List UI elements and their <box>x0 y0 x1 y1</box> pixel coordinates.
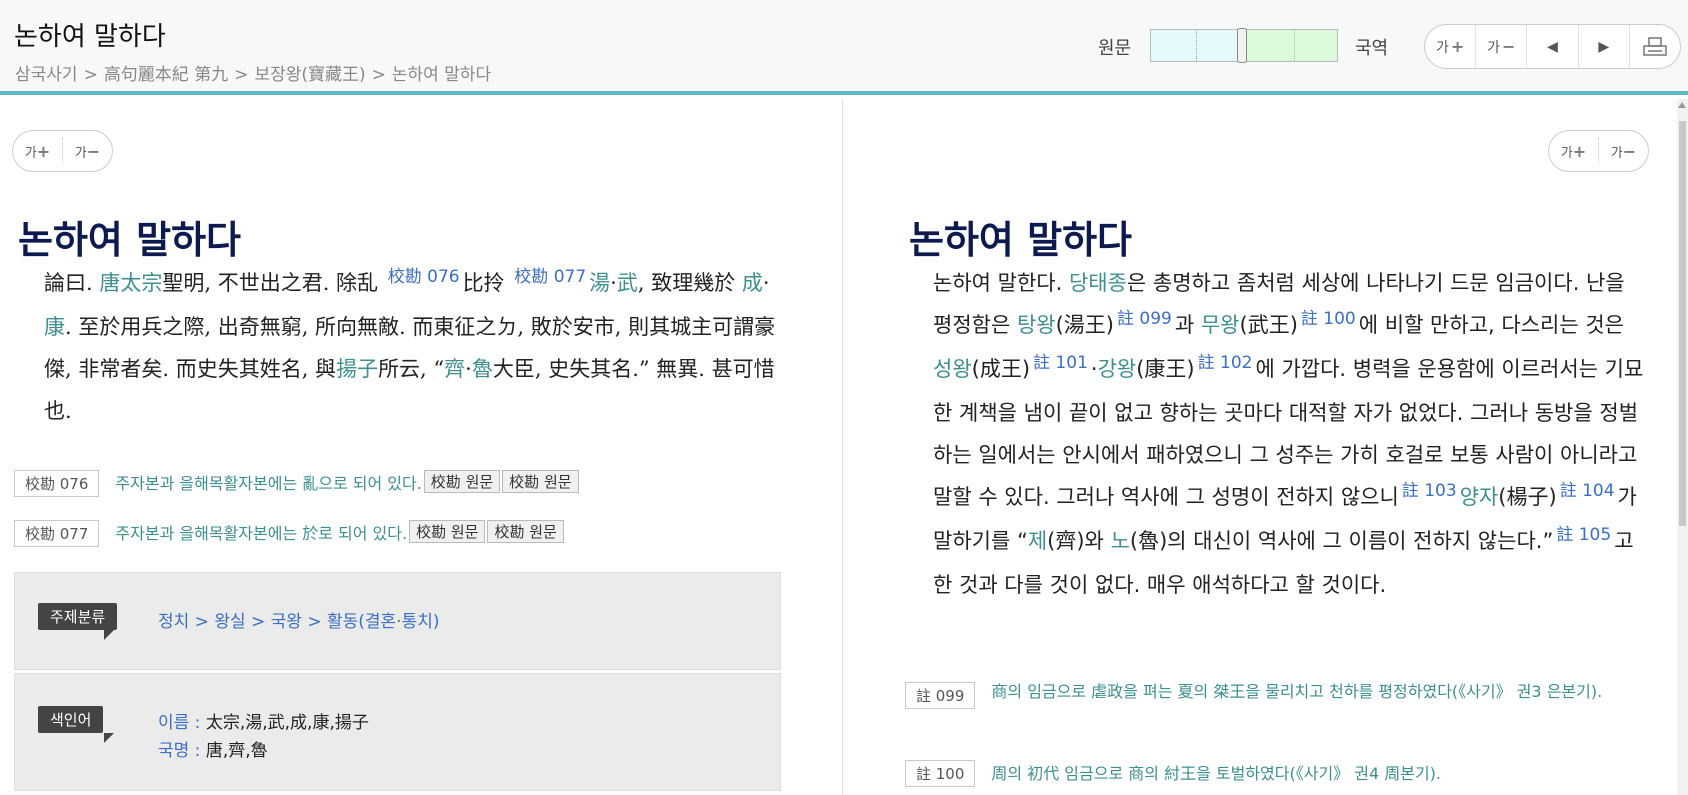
annotation-ref[interactable]: 註 101 <box>1033 353 1088 373</box>
arrow-right-icon: ▶ <box>1598 38 1610 55</box>
arrow-left-icon: ◀ <box>1547 38 1558 55</box>
index-link[interactable]: 성왕 <box>933 357 972 381</box>
ratio-divider <box>1294 30 1295 61</box>
ratio-slider-handle[interactable] <box>1237 28 1247 63</box>
index-names: 이름 : 太宗,湯,武,成,康,揚子 <box>158 713 369 733</box>
index-link[interactable]: 제 <box>1028 529 1047 553</box>
collation-note-text: 주자본과 을해목활자본에는 於로 되어 있다. <box>115 524 408 543</box>
next-button[interactable]: ▶ <box>1579 25 1630 68</box>
right-font-size-control: 가+ 가− <box>1548 130 1649 172</box>
index-link[interactable]: 湯 <box>589 271 610 295</box>
annotation-ref[interactable]: 註 105 <box>1556 525 1611 545</box>
translation-text: 논하여 말한다. 당태종은 총명하고 좀처럼 세상에 나타나기 드문 임금이다.… <box>933 271 1644 597</box>
prev-button[interactable]: ◀ <box>1527 25 1579 68</box>
annotation-note-text: 商의 임금으로 虐政을 펴는 夏의 桀王을 물리치고 천하를 평정하였다(《사기… <box>991 682 1603 701</box>
index-link[interactable]: 康 <box>44 315 65 339</box>
index-link[interactable]: 唐太宗 <box>99 271 162 295</box>
index-link[interactable]: 양자 <box>1460 485 1499 509</box>
ratio-original-label: 원문 <box>1098 38 1132 59</box>
subject-category-box: 주제분류 정치 > 왕실 > 국왕 > 활동(결혼·통치) <box>14 572 781 670</box>
collation-source-button[interactable]: 校勘 원문 <box>487 520 564 543</box>
index-link[interactable]: 魯 <box>472 357 493 381</box>
index-link[interactable]: 당태종 <box>1069 271 1127 295</box>
index-link[interactable]: 武 <box>617 271 638 295</box>
annotation-ref[interactable]: 註 102 <box>1198 353 1253 373</box>
scrollbar-thumb[interactable] <box>1679 121 1686 526</box>
page-title: 논하여 말하다 <box>14 22 166 52</box>
collation-source-button[interactable]: 校勘 원문 <box>409 520 486 543</box>
index-link[interactable]: 강왕 <box>1098 357 1137 381</box>
collation-source-button[interactable]: 校勘 원문 <box>423 470 501 493</box>
left-font-decrease-button[interactable]: 가− <box>63 142 112 161</box>
pane-ratio-slider[interactable] <box>1150 28 1338 63</box>
index-terms-box: 색인어 이름 : 太宗,湯,武,成,康,揚子 국명 : 唐,齊,魯 <box>14 673 781 791</box>
annotation-tag: 註 100 <box>905 760 976 787</box>
print-button[interactable] <box>1630 25 1680 68</box>
index-link[interactable]: 揚子 <box>336 357 378 381</box>
scroll-up-icon[interactable] <box>1678 102 1686 108</box>
font-increase-button[interactable]: 가 + <box>1425 25 1477 68</box>
right-font-increase-button[interactable]: 가+ <box>1549 142 1598 161</box>
annotation-ref[interactable]: 註 099 <box>1117 309 1172 329</box>
header: 논하여 말하다 삼국사기 > 高句麗本紀 第九 > 보장왕(寶藏王) > 논하여 말하다 원… <box>0 0 1688 95</box>
index-link[interactable]: 齊 <box>444 357 465 381</box>
left-font-size-control: 가+ 가− <box>12 130 113 172</box>
toolbar: 가 + 가 − ◀ ▶ <box>1424 24 1681 69</box>
breadcrumb-item[interactable]: 논하여 말하다 <box>392 65 491 85</box>
index-link[interactable]: 무왕 <box>1201 313 1240 337</box>
annotation-note-text: 周의 初代 임금으로 商의 紂王을 토벌하였다(《사기》 권4 周본기). <box>991 764 1441 783</box>
collation-ref[interactable]: 校勘 076 <box>388 267 460 287</box>
index-countries: 국명 : 唐,齊,魯 <box>158 741 268 761</box>
index-link[interactable]: 成 <box>742 271 763 295</box>
annotation-note: 註 099 商의 임금으로 虐政을 펴는 夏의 桀王을 물리치고 천하를 평정하… <box>905 682 1645 709</box>
annotation-ref[interactable]: 註 104 <box>1560 481 1615 501</box>
index-terms-badge: 색인어 <box>38 706 115 743</box>
annotation-ref[interactable]: 註 103 <box>1402 481 1457 501</box>
breadcrumb-item[interactable]: 보장왕(寶藏王) <box>254 65 365 85</box>
subject-category-path[interactable]: 정치 > 왕실 > 국왕 > 활동(결혼·통치) <box>158 607 440 632</box>
font-decrease-button[interactable]: 가 − <box>1476 25 1528 68</box>
breadcrumb: 삼국사기 > 高句麗本紀 第九 > 보장왕(寶藏王) > 논하여 말하다 <box>15 65 492 85</box>
pane-divider[interactable] <box>842 99 843 795</box>
original-section-title: 논하여 말하다 <box>18 218 241 262</box>
ratio-translation-label: 국역 <box>1355 38 1389 59</box>
left-font-increase-button[interactable]: 가+ <box>13 142 62 161</box>
annotation-tag: 註 099 <box>905 682 976 709</box>
breadcrumb-item[interactable]: 高句麗本紀 第九 <box>104 65 228 85</box>
collation-note-text: 주자본과 을해목활자본에는 亂으로 되어 있다. <box>115 474 422 493</box>
scrollbar[interactable] <box>1677 99 1688 795</box>
collation-tag: 校勘 076 <box>14 470 100 497</box>
translation-section-title: 논하여 말하다 <box>909 218 1132 262</box>
breadcrumb-item[interactable]: 삼국사기 <box>15 65 78 85</box>
subject-category-badge: 주제분류 <box>38 603 118 640</box>
original-text: 論曰. 唐太宗聖明, 不世出之君. 除乱 校勘 076 比拎 校勘 077 湯·武,… <box>44 267 776 423</box>
right-font-decrease-button[interactable]: 가− <box>1599 142 1648 161</box>
index-link[interactable]: 탕왕 <box>1017 313 1056 337</box>
index-countries-value[interactable]: 唐,齊,魯 <box>206 741 268 761</box>
index-link[interactable]: 노 <box>1111 529 1130 553</box>
annotation-note: 註 100 周의 初代 임금으로 商의 紂王을 토벌하였다(《사기》 권4 周본… <box>905 760 1645 787</box>
collation-note: 校勘 077 주자본과 을해목활자본에는 於로 되어 있다. 校勘 원문 校勘 … <box>14 520 564 547</box>
collation-ref[interactable]: 校勘 077 <box>514 267 586 287</box>
ratio-divider <box>1196 30 1197 61</box>
print-icon <box>1643 36 1667 56</box>
collation-tag: 校勘 077 <box>14 520 100 547</box>
annotation-ref[interactable]: 註 100 <box>1301 309 1356 329</box>
collation-source-button[interactable]: 校勘 원문 <box>502 470 579 493</box>
index-names-value[interactable]: 太宗,湯,武,成,康,揚子 <box>206 713 369 733</box>
collation-note: 校勘 076 주자본과 을해목활자본에는 亂으로 되어 있다. 校勘 원문 校勘… <box>14 470 579 497</box>
